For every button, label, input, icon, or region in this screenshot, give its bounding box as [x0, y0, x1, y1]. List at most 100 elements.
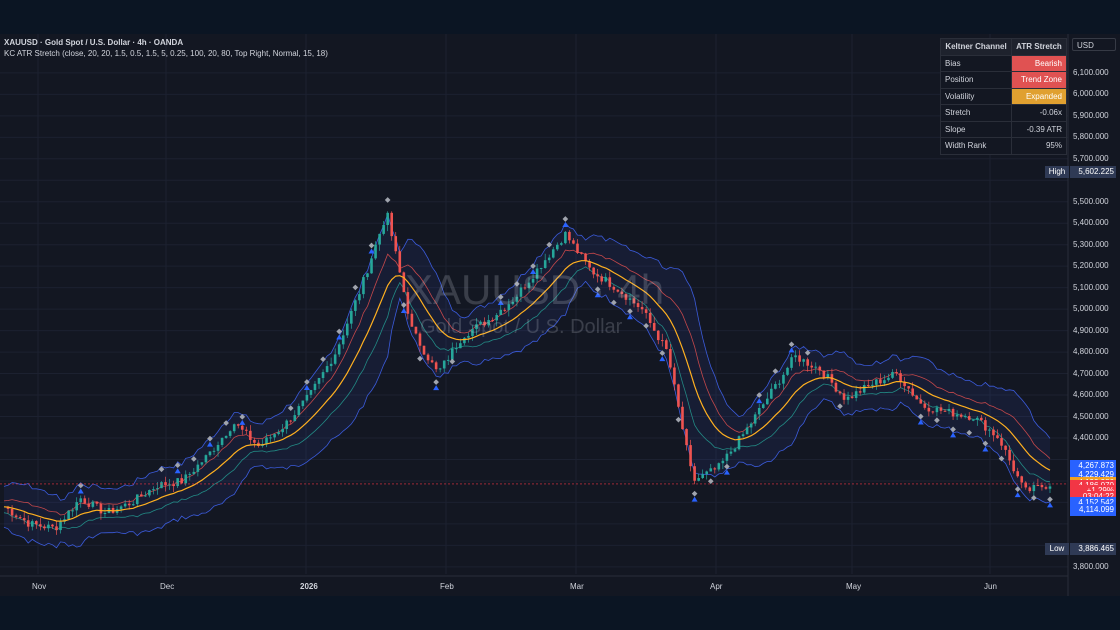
candle-body — [959, 414, 963, 417]
candle-body — [35, 521, 38, 525]
candle-body — [313, 383, 317, 391]
stats-label: Slope — [940, 120, 1012, 138]
stats-label: Width Rank — [940, 137, 1012, 155]
stats-row: Position Trend Zone — [940, 71, 1067, 89]
candle-body — [1032, 485, 1036, 492]
price-tick-label: 5,700.000 — [1073, 153, 1109, 163]
candle-body — [854, 391, 858, 398]
symbol-legend[interactable]: XAUUSD · Gold Spot / U.S. Dollar · 4h · … — [4, 38, 183, 47]
time-label: 2026 — [300, 582, 318, 591]
candle-body — [725, 453, 729, 461]
candle-body — [160, 482, 163, 489]
candle-body — [245, 429, 248, 431]
candle-body — [442, 360, 446, 369]
candle-body — [47, 524, 50, 529]
candle-body — [123, 503, 127, 507]
candle-body — [224, 435, 228, 438]
candle-body — [931, 411, 935, 413]
candle-body — [907, 386, 910, 389]
signal-triangle — [659, 356, 666, 362]
candle-body — [196, 464, 200, 472]
candle-body — [996, 435, 999, 439]
stretch-marker — [707, 478, 714, 485]
candle-body — [127, 503, 131, 506]
candle-body — [253, 439, 256, 443]
price-tick-label: 4,800.000 — [1073, 347, 1109, 357]
candle-body — [1000, 438, 1003, 446]
candle-body — [394, 236, 398, 252]
candle-body — [656, 330, 660, 341]
candle-body — [438, 368, 442, 370]
candle-body — [822, 370, 826, 378]
price-tick-label: 5,200.000 — [1073, 261, 1109, 271]
candle-body — [798, 355, 801, 362]
candle-body — [325, 366, 329, 373]
candle-body — [580, 252, 583, 254]
candle-body — [677, 384, 680, 407]
candle-body — [1008, 449, 1011, 461]
candle-body — [923, 403, 927, 408]
signal-triangle — [950, 432, 957, 438]
indicator-legend[interactable]: KC ATR Stretch (close, 20, 20, 1.5, 0.5,… — [4, 49, 328, 58]
candle-body — [850, 396, 854, 398]
stats-header-right: ATR Stretch — [1011, 38, 1067, 56]
candle-body — [1012, 460, 1015, 472]
candle-body — [176, 478, 179, 487]
candle-body — [939, 407, 943, 411]
candle-body — [786, 367, 789, 375]
price-tick-label: 5,900.000 — [1073, 110, 1109, 120]
candle-body — [370, 258, 373, 274]
stats-value: 95% — [1011, 137, 1067, 155]
candle-body — [737, 436, 741, 450]
candle-body — [883, 380, 886, 384]
candle-body — [741, 434, 745, 437]
candle-body — [26, 520, 30, 527]
candle-body — [87, 503, 91, 507]
candle-body — [697, 478, 700, 481]
candle-body — [665, 340, 668, 350]
candle-body — [43, 526, 46, 529]
candle-body — [216, 444, 220, 451]
stats-value: -0.39 ATR — [1011, 120, 1067, 138]
currency-selector[interactable]: USD — [1072, 38, 1116, 51]
candle-body — [705, 471, 709, 475]
candle-body — [721, 460, 725, 464]
candle-body — [358, 294, 361, 301]
candle-body — [838, 391, 842, 394]
candle-body — [899, 373, 902, 382]
candle-body — [984, 420, 987, 431]
price-tick-label: 5,500.000 — [1073, 196, 1109, 206]
chart-pane[interactable]: XAUUSD · Gold Spot / U.S. Dollar · 4h · … — [0, 34, 1120, 596]
stats-value: Bearish — [1011, 54, 1067, 72]
candle-body — [947, 408, 951, 412]
time-label: Dec — [160, 582, 175, 591]
candle-body — [172, 484, 175, 487]
candle-body — [398, 251, 402, 273]
time-label: Jun — [984, 582, 997, 591]
candle-body — [354, 300, 357, 311]
candle-body — [14, 515, 18, 518]
candle-body — [240, 425, 244, 430]
candle-body — [547, 257, 551, 261]
stats-row: Bias Bearish — [940, 54, 1067, 72]
candle-body — [51, 524, 54, 527]
candle-body — [459, 343, 462, 349]
stats-label: Volatility — [940, 87, 1012, 105]
candle-body — [301, 400, 305, 407]
candle-body — [866, 385, 870, 387]
candle-body — [770, 388, 773, 399]
candle-body — [156, 488, 159, 490]
candle-body — [321, 372, 325, 378]
price-tick-label: 3,800.000 — [1073, 561, 1109, 571]
candle-body — [794, 355, 797, 358]
candle-body — [208, 451, 212, 456]
candle-body — [232, 424, 236, 432]
candle-body — [67, 510, 70, 520]
candle-body — [39, 524, 42, 527]
candle-body — [95, 501, 99, 504]
candle-body — [790, 357, 793, 368]
candle-body — [749, 423, 753, 428]
candle-body — [713, 468, 717, 470]
low-label: Low — [1045, 543, 1069, 555]
stats-header-left: Keltner Channel — [940, 38, 1012, 56]
